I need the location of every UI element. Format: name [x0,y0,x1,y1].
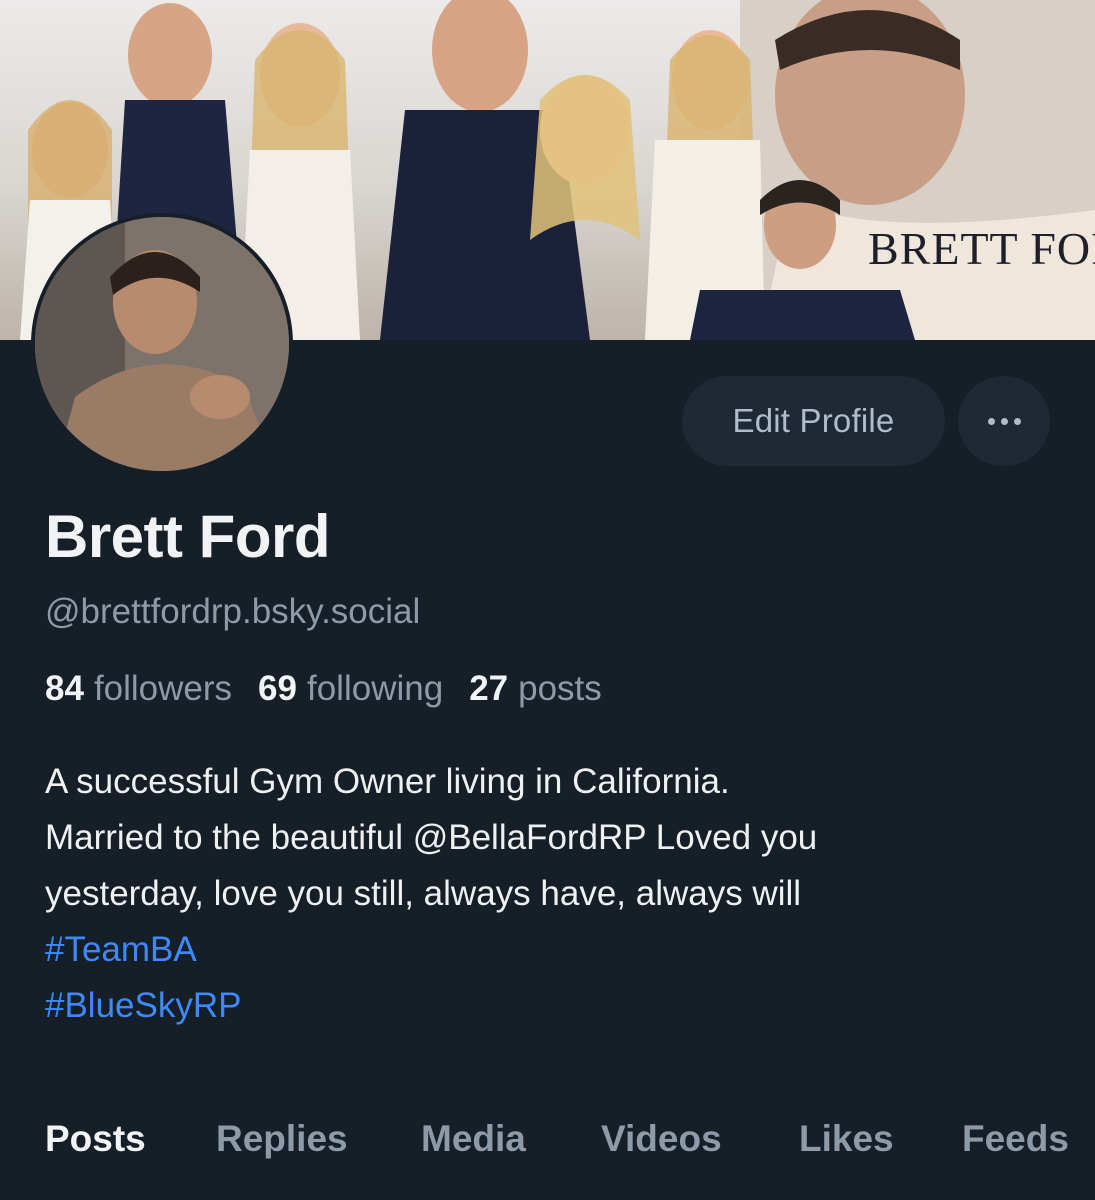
following-count: 69 [258,669,297,708]
user-handle: @brettfordrp.bsky.social [45,592,421,631]
tab-likes[interactable]: Likes [799,1118,894,1160]
profile-bio: A successful Gym Owner living in Califor… [45,754,1075,1034]
followers-link[interactable]: 84 followers [45,669,232,709]
tab-media[interactable]: Media [421,1118,526,1160]
hashtag-link-teamba[interactable]: #TeamBA [45,922,1075,978]
hashtag-link-blueskyrp[interactable]: #BlueSkyRP [45,978,1075,1034]
ellipsis-icon [987,417,1021,425]
following-link[interactable]: 69 following [258,669,443,709]
display-name: Brett Ford [45,503,330,570]
tab-videos[interactable]: Videos [601,1118,722,1160]
avatar[interactable] [31,213,293,475]
avatar-photo-illustration [35,217,289,471]
posts-stat: 27 posts [469,669,602,709]
followers-label: followers [93,669,233,708]
bio-line: yesterday, love you still, always have, … [45,874,802,913]
edit-profile-button[interactable]: Edit Profile [682,376,945,466]
followers-count: 84 [45,669,84,708]
profile-stats: 84 followers 69 following 27 posts [45,669,602,709]
more-options-button[interactable] [958,376,1050,466]
profile-page: BRETT FORD Edit Profile Brett Ford @bret… [0,0,1095,1200]
following-label: following [306,669,444,708]
posts-label: posts [518,669,602,708]
tab-feeds[interactable]: Feeds [962,1118,1069,1160]
bio-line: Married to the beautiful @BellaFordRP Lo… [45,818,818,857]
banner-title-text: BRETT FORD [868,223,1095,274]
tab-replies[interactable]: Replies [216,1118,348,1160]
posts-count: 27 [469,669,509,708]
bio-line: A successful Gym Owner living in Califor… [45,762,730,801]
tab-posts[interactable]: Posts [45,1118,146,1160]
